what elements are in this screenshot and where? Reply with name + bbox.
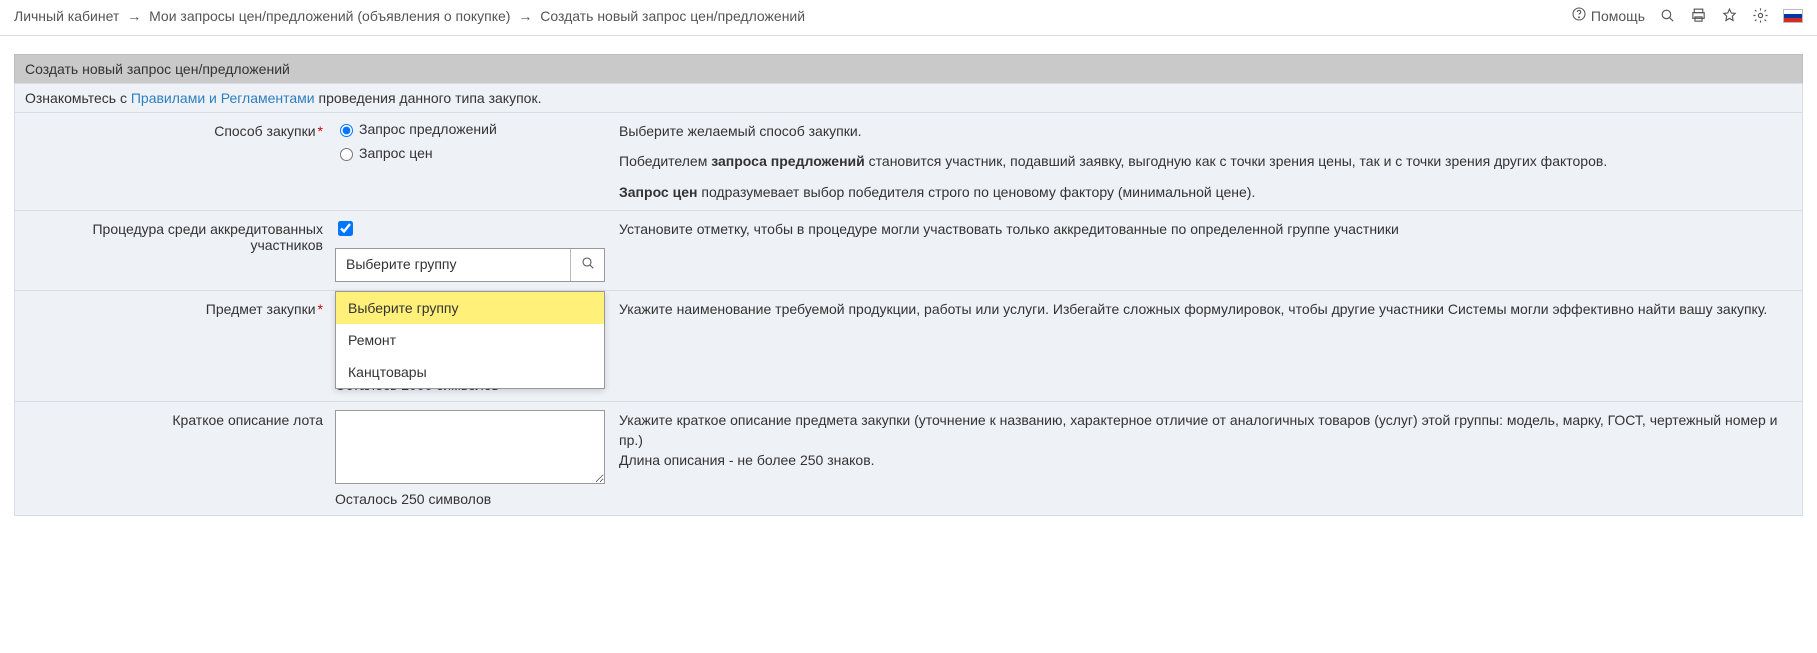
breadcrumb-item: Создать новый запрос цен/предложений [540, 8, 805, 24]
label-short-desc: Краткое описание лота [15, 410, 335, 428]
group-dropdown: Выберите группу Ремонт Канцтовары [335, 291, 605, 389]
dropdown-option[interactable]: Канцтовары [336, 356, 604, 388]
control-accredited: Выберите группу Выберите группу Ремонт К… [335, 219, 605, 282]
topbar-actions: Помощь [1571, 6, 1803, 25]
radio-offers[interactable]: Запрос предложений [335, 121, 605, 137]
breadcrumb: Личный кабинет → Мои запросы цен/предлож… [14, 8, 805, 24]
row-accredited: Процедура среди аккредитованных участник… [14, 211, 1803, 291]
rules-link[interactable]: Правилами и Регламентами [131, 90, 315, 106]
search-icon [580, 255, 596, 274]
help-text: Выберите желаемый способ закупки. [619, 121, 1792, 141]
dropdown-option[interactable]: Ремонт [336, 324, 604, 356]
help-purchase-method: Выберите желаемый способ закупки. Победи… [605, 121, 1792, 202]
radio-offers-input[interactable] [340, 124, 353, 137]
gear-icon[interactable] [1752, 7, 1769, 24]
radio-prices-input[interactable] [340, 148, 353, 161]
help-text: Длина описания - не более 250 знаков. [619, 452, 875, 468]
star-icon[interactable] [1721, 7, 1738, 24]
radio-offers-label: Запрос предложений [359, 121, 497, 137]
required-mark: * [318, 123, 323, 139]
dropdown-option[interactable]: Выберите группу [336, 292, 604, 324]
radio-prices[interactable]: Запрос цен [335, 145, 605, 161]
control-purchase-method: Запрос предложений Запрос цен [335, 121, 605, 161]
help-link[interactable]: Помощь [1571, 6, 1645, 25]
print-icon[interactable] [1690, 7, 1707, 24]
help-icon [1571, 6, 1587, 25]
help-text: Победителем запроса предложений становит… [619, 151, 1792, 171]
rules-note-prefix: Ознакомьтесь с [25, 90, 131, 106]
breadcrumb-item[interactable]: Мои запросы цен/предложений (объявления … [149, 8, 510, 24]
row-short-desc: Краткое описание лота Осталось 250 симво… [14, 402, 1803, 516]
accredited-checkbox-wrap [335, 222, 355, 238]
row-purchase-method: Способ закупки* Запрос предложений Запро… [14, 113, 1803, 211]
label-accredited: Процедура среди аккредитованных участник… [15, 219, 335, 253]
control-short-desc: Осталось 250 символов [335, 410, 605, 507]
label-purchase-method: Способ закупки* [15, 121, 335, 139]
help-text: Запрос цен подразумевает выбор победител… [619, 182, 1792, 202]
breadcrumb-sep: → [518, 8, 532, 24]
breadcrumb-item[interactable]: Личный кабинет [14, 8, 119, 24]
search-icon[interactable] [1659, 7, 1676, 24]
label-subject: Предмет закупки* [15, 299, 335, 317]
radio-prices-label: Запрос цен [359, 145, 433, 161]
rules-note-suffix: проведения данного типа закупок. [315, 90, 542, 106]
panel-title: Создать новый запрос цен/предложений [14, 54, 1803, 83]
help-text: Укажите краткое описание предмета закупк… [619, 412, 1777, 448]
required-mark: * [318, 301, 323, 317]
help-subject: Укажите наименование требуемой продукции… [605, 299, 1792, 319]
page-body: Создать новый запрос цен/предложений Озн… [0, 36, 1817, 576]
help-label: Помощь [1591, 8, 1645, 24]
label-text: Способ закупки [214, 123, 315, 139]
group-select-search-button[interactable] [570, 249, 604, 281]
group-select[interactable]: Выберите группу [335, 248, 605, 282]
row-subject: Предмет закупки* Осталось 2000 символов … [14, 291, 1803, 402]
flag-ru-icon[interactable] [1783, 9, 1803, 23]
top-bar: Личный кабинет → Мои запросы цен/предлож… [0, 0, 1817, 36]
label-text: Предмет закупки [206, 301, 316, 317]
rules-note: Ознакомьтесь с Правилами и Регламентами … [14, 83, 1803, 113]
short-desc-counter: Осталось 250 символов [335, 491, 605, 507]
group-select-text: Выберите группу [336, 249, 570, 281]
breadcrumb-sep: → [127, 8, 141, 24]
help-accredited: Установите отметку, чтобы в процедуре мо… [605, 219, 1792, 239]
short-desc-input[interactable] [335, 410, 605, 484]
accredited-checkbox[interactable] [338, 221, 353, 236]
help-short-desc: Укажите краткое описание предмета закупк… [605, 410, 1792, 471]
